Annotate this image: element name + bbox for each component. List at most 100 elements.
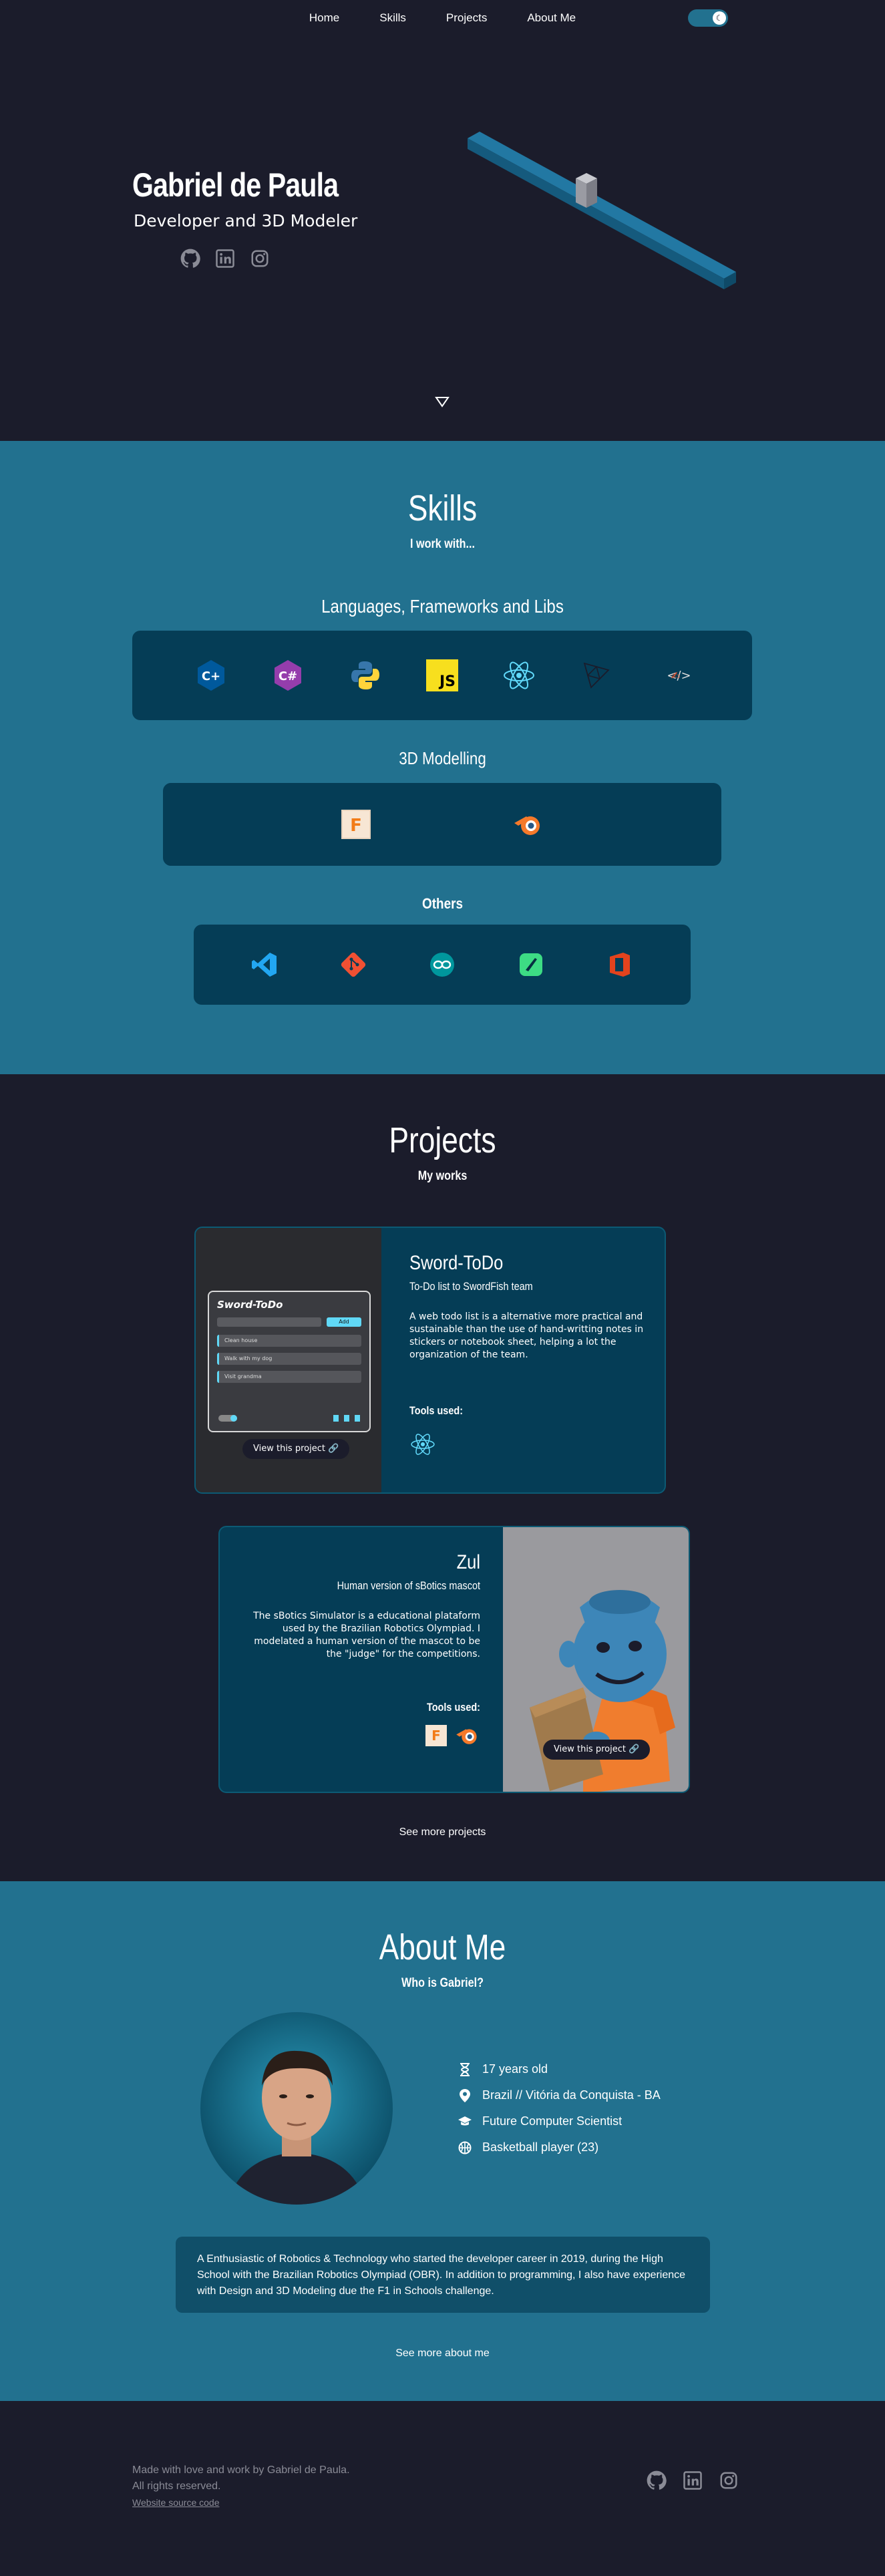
nav-home[interactable]: Home: [309, 11, 339, 25]
others-panel: [194, 925, 691, 1005]
basketball-icon: [458, 2141, 472, 2154]
instagram-icon[interactable]: [250, 249, 270, 269]
fact-location: Brazil // Vitória da Conquista - BA: [458, 2082, 661, 2108]
instagram-icon[interactable]: [719, 2470, 739, 2490]
threejs-icon: [579, 658, 614, 693]
nav-skills[interactable]: Skills: [379, 11, 406, 25]
csharp-icon: C#: [271, 658, 305, 693]
location-pin-icon: [458, 2088, 472, 2102]
todo-toggle: [218, 1415, 237, 1422]
github-icon[interactable]: [180, 249, 200, 269]
graduation-cap-icon: [458, 2115, 472, 2128]
fact-age: 17 years old: [458, 2056, 661, 2082]
view-project-label: View this project: [554, 1744, 626, 1754]
project-subtitle: Human version of sBotics mascot: [337, 1579, 480, 1592]
fusion360-icon: F: [339, 807, 373, 842]
nav-projects[interactable]: Projects: [446, 11, 487, 25]
fact-text: Future Computer Scientist: [482, 2114, 623, 2128]
todo-add-button: Add: [327, 1317, 361, 1327]
arduino-icon: [425, 947, 460, 982]
hero-name: Gabriel de Paula: [132, 166, 339, 204]
about-facts: 17 years old Brazil // Vitória da Conqui…: [458, 2056, 661, 2160]
skills-section: Skills I work with... Languages, Framewo…: [0, 441, 885, 1074]
footer-credit: Made with love and work by Gabriel de Pa…: [132, 2464, 350, 2476]
linkedin-icon[interactable]: [683, 2470, 703, 2490]
see-more-about-link[interactable]: See more about me: [0, 2348, 885, 2360]
todo-footer-icons: [333, 1415, 360, 1422]
view-project-label: View this project: [253, 1444, 325, 1454]
project-info: Zul Human version of sBotics mascot The …: [240, 1551, 480, 1746]
moon-icon: ☾: [713, 11, 726, 25]
python-icon: [348, 658, 383, 693]
project-description: A web todo list is a alternative more pr…: [409, 1311, 644, 1360]
theme-toggle[interactable]: ☾: [688, 9, 728, 27]
todo-task: Clean house: [217, 1335, 361, 1347]
svg-text:C+: C+: [202, 669, 220, 683]
skills-group-title: Languages, Frameworks and Libs: [321, 596, 564, 617]
about-title: About Me: [379, 1927, 506, 1967]
footer-rights: All rights reserved.: [132, 2480, 221, 2492]
todo-input: [217, 1317, 321, 1327]
hero-role: Developer and 3D Modeler: [134, 211, 358, 230]
scroll-down-arrow-icon[interactable]: [434, 395, 450, 408]
skills-subtitle: I work with...: [410, 537, 475, 551]
todo-app-preview: Sword-ToDo Add Clean house Walk with my …: [208, 1291, 371, 1432]
blender-icon: [456, 1729, 477, 1744]
android-studio-icon: [514, 947, 548, 982]
see-more-projects-link[interactable]: See more projects: [0, 1826, 885, 1838]
office-icon: [602, 947, 637, 982]
skills-title: Skills: [407, 488, 478, 528]
javascript-icon: JS: [425, 658, 460, 693]
fact-text: Basketball player (23): [482, 2140, 599, 2154]
project-subtitle: To-Do list to SwordFish team: [409, 1280, 533, 1293]
todo-task: Walk with my dog: [217, 1353, 361, 1365]
tools-list: F: [240, 1725, 480, 1746]
languages-panel: C+ C# JS </> ✍: [132, 631, 752, 720]
fusion360-icon: F: [425, 1725, 447, 1746]
profile-photo: [227, 2050, 366, 2205]
project-description: The sBotics Simulator is a educational p…: [253, 1611, 480, 1659]
todo-app-title: Sword-ToDo: [217, 1299, 283, 1311]
link-icon: 🔗: [629, 1744, 640, 1754]
svg-text:C#: C#: [279, 669, 297, 683]
linkedin-icon[interactable]: [215, 249, 235, 269]
hourglass-icon: [458, 2062, 472, 2076]
modelling-panel: F: [163, 783, 721, 866]
projects-title: Projects: [389, 1120, 496, 1160]
hero-section: Gabriel de Paula Developer and 3D Modele…: [0, 0, 885, 441]
project-title: Zul: [456, 1551, 480, 1573]
view-project-button[interactable]: View this project 🔗: [543, 1740, 651, 1760]
fact-text: 17 years old: [482, 2062, 548, 2076]
project-screenshot: Sword-ToDo Add Clean house Walk with my …: [196, 1228, 381, 1492]
projects-subtitle: My works: [417, 1169, 468, 1183]
source-code-link[interactable]: Website source code: [132, 2497, 219, 2508]
tools-label: Tools used:: [409, 1404, 464, 1417]
github-icon[interactable]: [647, 2470, 667, 2490]
todo-task: Visit grandma: [217, 1371, 361, 1383]
project-title: Sword-ToDo: [409, 1252, 504, 1274]
footer-text: Made with love and work by Gabriel de Pa…: [132, 2462, 350, 2511]
top-nav: Home Skills Projects About Me ☾: [0, 0, 885, 37]
project-info: Sword-ToDo To-Do list to SwordFish team …: [409, 1252, 650, 1460]
avatar: [200, 2012, 393, 2205]
about-subtitle: Who is Gabriel?: [401, 1976, 484, 1990]
hero-social: [180, 249, 270, 269]
project-card-zul[interactable]: Zul Human version of sBotics mascot The …: [218, 1526, 690, 1793]
about-bio: A Enthusiastic of Robotics & Technology …: [176, 2237, 710, 2313]
nav-about[interactable]: About Me: [527, 11, 576, 25]
about-section: About Me Who is Gabriel? 17 years old Br…: [0, 1881, 885, 2401]
tools-label: Tools used:: [426, 1701, 480, 1714]
view-project-button[interactable]: View this project 🔗: [242, 1439, 350, 1459]
project-card-sword-todo[interactable]: Sword-ToDo Add Clean house Walk with my …: [194, 1227, 666, 1494]
skills-group-title: 3D Modelling: [399, 748, 486, 768]
fact-text: Brazil // Vitória da Conquista - BA: [482, 2088, 661, 2102]
link-icon: 🔗: [328, 1444, 339, 1454]
skills-group-title: Others: [421, 895, 463, 912]
cpp-icon: C+: [194, 658, 228, 693]
footer-social: [647, 2470, 739, 2490]
footer: Made with love and work by Gabriel de Pa…: [0, 2401, 885, 2576]
blender-icon: [511, 807, 546, 842]
git-icon: [336, 947, 371, 982]
html-css-icon: </> ✍: [667, 668, 691, 683]
nav-links: Home Skills Projects About Me: [0, 11, 885, 25]
